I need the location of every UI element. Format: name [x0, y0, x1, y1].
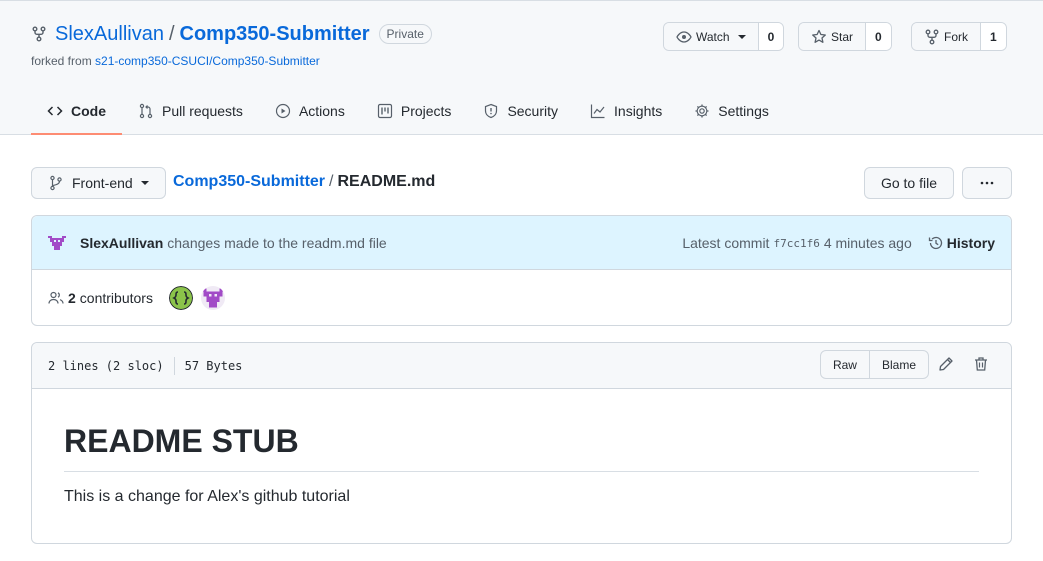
- chevron-down-icon: [737, 34, 746, 39]
- raw-button[interactable]: Raw: [821, 351, 869, 378]
- contributors-row: 2 contributors: [32, 270, 1011, 326]
- tab-settings[interactable]: Settings: [678, 87, 785, 134]
- tab-code[interactable]: Code: [31, 87, 122, 135]
- repo-forked-icon: [31, 26, 47, 42]
- trash-icon[interactable]: [973, 356, 989, 372]
- chevron-down-icon: [140, 181, 149, 185]
- readme-content: README STUB This is a change for Alex's …: [32, 389, 1011, 538]
- commit-time: 4 minutes ago: [823, 235, 912, 251]
- branch-name: Front-end: [72, 175, 133, 191]
- contributor-avatar[interactable]: [168, 286, 193, 310]
- tab-label: Security: [507, 102, 559, 119]
- pencil-icon[interactable]: [938, 356, 954, 372]
- author-avatar[interactable]: [48, 233, 66, 252]
- forked-from-prefix: forked from: [31, 54, 96, 68]
- watch-label: Watch: [696, 29, 730, 44]
- star-label: Star: [831, 29, 854, 44]
- kebab-horizontal-icon: [980, 181, 994, 185]
- tab-label: Insights: [614, 102, 663, 119]
- commit-sha[interactable]: f7cc1f6: [773, 237, 819, 250]
- latest-commit-box: SlexAullivan changes made to the readm.m…: [31, 215, 1012, 326]
- file-lines-info: 2 lines (2 sloc): [48, 358, 164, 373]
- watch-button[interactable]: Watch: [664, 23, 758, 50]
- more-options-button[interactable]: [962, 167, 1012, 199]
- code-icon: [47, 105, 63, 116]
- history-label: History: [946, 235, 995, 251]
- readme-body: This is a change for Alex's github tutor…: [64, 488, 350, 505]
- tab-actions[interactable]: Actions: [259, 87, 361, 134]
- watch-button-group: Watch 0: [663, 22, 785, 51]
- tab-security[interactable]: Security: [467, 87, 574, 134]
- breadcrumb: Comp350-Submitter / README.md: [173, 173, 435, 191]
- repo-title-separator: /: [168, 22, 175, 45]
- branch-select-button[interactable]: Front-end: [31, 167, 166, 199]
- shield-icon: [485, 103, 498, 118]
- breadcrumb-file: README.md: [337, 173, 436, 190]
- pull-request-icon: [139, 103, 153, 118]
- readme-heading: README STUB: [64, 421, 979, 472]
- tab-label: Code: [71, 102, 106, 119]
- fork-count[interactable]: 1: [980, 23, 1006, 50]
- gear-icon: [695, 104, 709, 117]
- people-icon: [48, 291, 64, 304]
- commit-meta: Latest commit f7cc1f6 4 minutes ago Hist…: [682, 216, 995, 270]
- tab-projects[interactable]: Projects: [361, 87, 468, 134]
- visibility-badge: Private: [378, 24, 432, 44]
- repo-name-link[interactable]: Comp350-Submitter: [180, 23, 370, 46]
- file-size: 57 Bytes: [184, 358, 243, 373]
- history-icon: [928, 236, 942, 250]
- repo-tabs: Code Pull requests Actions Projects Secu…: [31, 87, 785, 135]
- tab-label: Actions: [298, 102, 345, 119]
- file-viewer: 2 lines (2 sloc) 57 Bytes Raw Blame READ…: [31, 342, 1012, 544]
- forked-from-link[interactable]: s21-comp350-CSUCI/Comp350-Submitter: [95, 54, 320, 68]
- forked-from: forked from s21-comp350-CSUCI/Comp350-Su…: [31, 54, 320, 68]
- file-header: 2 lines (2 sloc) 57 Bytes Raw Blame: [32, 343, 1011, 389]
- graph-icon: [590, 104, 605, 118]
- tab-label: Projects: [400, 102, 452, 119]
- repo-title: SlexAullivan / Comp350-Submitter Private: [31, 21, 432, 47]
- watch-count[interactable]: 0: [757, 23, 784, 50]
- contributor-avatars: [168, 286, 233, 310]
- breadcrumb-separator: /: [329, 173, 334, 190]
- contributor-avatar[interactable]: [200, 286, 225, 310]
- file-info-divider: [173, 356, 175, 375]
- commit-bar: SlexAullivan changes made to the readm.m…: [32, 216, 1011, 270]
- commit-author[interactable]: SlexAullivan: [80, 235, 163, 251]
- history-link[interactable]: History: [928, 235, 995, 251]
- tab-label: Pull requests: [162, 102, 243, 119]
- breadcrumb-repo-link[interactable]: Comp350-Submitter: [173, 173, 325, 190]
- tab-label: Settings: [718, 102, 769, 119]
- contributors-count[interactable]: 2: [68, 290, 76, 306]
- repo-header: SlexAullivan / Comp350-Submitter Private…: [0, 0, 1043, 135]
- star-button-group: Star 0: [798, 22, 892, 51]
- file-view-buttons: Raw Blame: [819, 350, 929, 379]
- eye-icon: [676, 30, 692, 43]
- tab-insights[interactable]: Insights: [574, 87, 678, 134]
- tab-pull-requests[interactable]: Pull requests: [122, 87, 259, 134]
- project-icon: [377, 103, 392, 118]
- fork-button[interactable]: Fork: [912, 23, 980, 50]
- latest-commit-label: Latest commit: [682, 235, 770, 251]
- play-icon: [275, 103, 291, 118]
- contributors-label[interactable]: contributors: [80, 290, 153, 306]
- star-count[interactable]: 0: [865, 23, 891, 50]
- fork-label: Fork: [944, 29, 968, 44]
- file-navigation: Front-end Comp350-Submitter / README.md Go…: [31, 167, 1012, 199]
- repo-owner-link[interactable]: SlexAullivan: [55, 23, 164, 46]
- go-to-file-button[interactable]: Go to file: [863, 167, 954, 199]
- git-branch-icon: [50, 175, 62, 191]
- fork-icon: [925, 29, 939, 44]
- commit-message[interactable]: changes made to the readm.md file: [167, 235, 386, 251]
- blame-button[interactable]: Blame: [868, 351, 928, 378]
- star-icon: [812, 29, 826, 43]
- star-button[interactable]: Star: [799, 23, 866, 50]
- fork-button-group: Fork 1: [911, 22, 1007, 51]
